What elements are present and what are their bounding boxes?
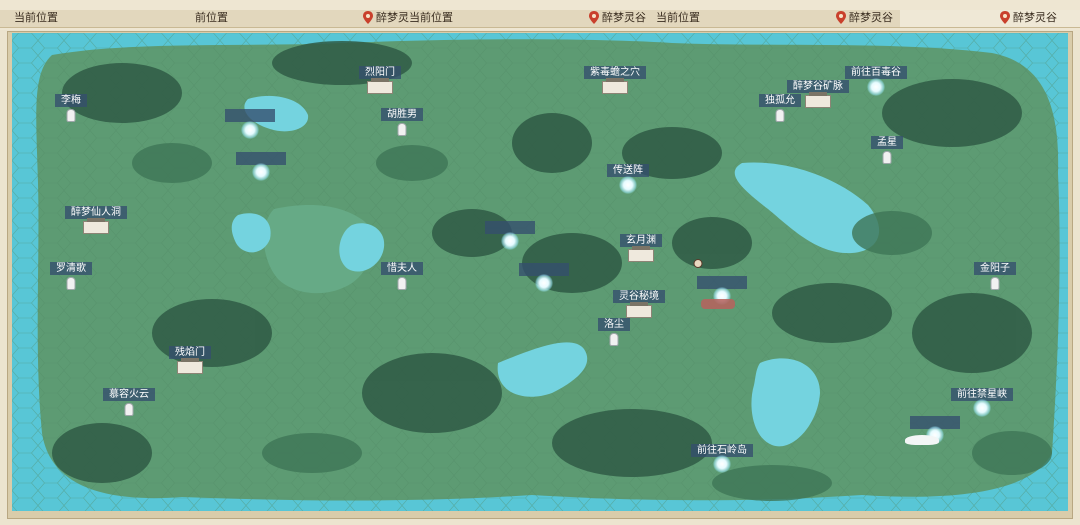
village-icon [701, 299, 735, 309]
npc-icon[interactable] [124, 403, 134, 416]
npc-icon[interactable] [397, 123, 407, 136]
npc-icon[interactable] [775, 109, 785, 122]
npc-icon[interactable] [990, 277, 1000, 290]
region-name: 醉梦灵 [376, 11, 409, 24]
location-pin-icon [1000, 11, 1010, 24]
map-marker-label[interactable]: 李梅 [55, 94, 87, 107]
map-marker-label[interactable]: 独孤允 [759, 94, 801, 107]
cave-icon[interactable] [602, 78, 628, 94]
location-pin-icon [589, 11, 599, 24]
portal-icon[interactable] [535, 274, 553, 292]
teleport-array-icon[interactable] [619, 176, 637, 194]
portal-icon[interactable] [973, 399, 991, 417]
sect-gate-icon[interactable] [367, 78, 393, 94]
current-position-label: 当前位置 [14, 11, 58, 24]
map-marker-label[interactable]: 金阳子 [974, 262, 1016, 275]
region-map[interactable]: 李梅 烈阳门 胡胜男 紫毒蟾之穴 醉梦谷矿脉 前往百毒谷 独孤允 孟星 传送阵 … [12, 33, 1068, 511]
npc-icon[interactable] [397, 277, 407, 290]
secret-realm-icon[interactable] [626, 302, 652, 318]
location-pin-icon [363, 11, 373, 24]
sect-gate-icon[interactable] [177, 358, 203, 374]
region-name: 醉梦灵谷 [1013, 11, 1057, 24]
map-marker-label[interactable]: 孟星 [871, 136, 903, 149]
region-name: 醉梦灵谷 [849, 11, 893, 24]
portal-icon[interactable] [252, 163, 270, 181]
cave-icon[interactable] [83, 218, 109, 234]
map-marker-label[interactable]: 罗清歌 [50, 262, 92, 275]
rock-icon [905, 435, 939, 445]
current-position-label: 当前位置 [409, 11, 453, 24]
current-position-label: 前位置 [195, 11, 228, 24]
npc-icon[interactable] [66, 277, 76, 290]
location-header: 当前位置 前位置 醉梦灵 当前位置 醉梦灵谷 当前位置 醉梦灵谷 醉梦灵谷 [0, 0, 1080, 30]
npc-icon[interactable] [609, 333, 619, 346]
location-pin-icon [836, 11, 846, 24]
portal-icon[interactable] [867, 78, 885, 96]
portal-icon[interactable] [241, 121, 259, 139]
player-avatar-icon [693, 259, 703, 268]
npc-icon[interactable] [882, 151, 892, 164]
portal-icon[interactable] [713, 455, 731, 473]
map-marker-label[interactable]: 惜夫人 [381, 262, 423, 275]
current-position-label: 当前位置 [656, 11, 700, 24]
map-marker-label[interactable]: 洛尘 [598, 318, 630, 331]
map-marker-label[interactable]: 胡胜男 [381, 108, 423, 121]
map-marker-label[interactable]: 慕容火云 [103, 388, 155, 401]
landmark-icon[interactable] [628, 246, 654, 262]
npc-icon[interactable] [66, 109, 76, 122]
region-name: 醉梦灵谷 [602, 11, 646, 24]
portal-icon[interactable] [501, 232, 519, 250]
mine-icon[interactable] [805, 92, 831, 108]
